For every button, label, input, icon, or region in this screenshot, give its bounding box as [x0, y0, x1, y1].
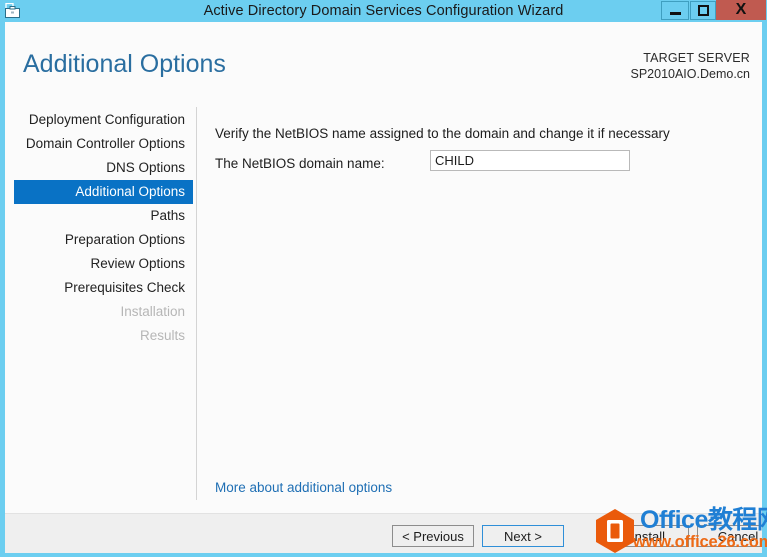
- sidebar-item-label: Installation: [120, 304, 185, 319]
- sidebar-item-label: Deployment Configuration: [28, 112, 185, 127]
- sidebar-item-additional-options[interactable]: Additional Options: [14, 180, 193, 204]
- sidebar-item-label: Preparation Options: [64, 232, 185, 247]
- sidebar-item-domain-controller-options[interactable]: Domain Controller Options: [5, 132, 193, 156]
- sidebar-item-review-options[interactable]: Review Options: [5, 252, 193, 276]
- client-area: Additional Options TARGET SERVER SP2010A…: [5, 22, 762, 553]
- sidebar-item-label: Additional Options: [75, 184, 185, 199]
- sidebar-item-label: Prerequisites Check: [64, 280, 185, 295]
- sidebar-item-label: Domain Controller Options: [25, 136, 185, 151]
- previous-button[interactable]: < Previous: [392, 525, 474, 547]
- wizard-window: Active Directory Domain Services Configu…: [0, 0, 767, 557]
- maximize-icon: [697, 5, 709, 16]
- sidebar-item-label: Paths: [150, 208, 185, 223]
- page-title: Additional Options: [23, 50, 226, 78]
- sidebar-item-installation: Installation: [5, 300, 193, 324]
- sidebar-item-preparation-options[interactable]: Preparation Options: [5, 228, 193, 252]
- netbios-domain-name-input[interactable]: [430, 150, 630, 171]
- sidebar-divider: [196, 107, 197, 500]
- cancel-button[interactable]: Cancel: [697, 525, 762, 547]
- more-about-additional-options-link[interactable]: More about additional options: [215, 480, 392, 495]
- minimize-icon: [669, 12, 681, 15]
- target-server-block: TARGET SERVER SP2010AIO.Demo.cn: [630, 50, 750, 82]
- window-title: Active Directory Domain Services Configu…: [203, 3, 564, 19]
- close-icon: X: [735, 1, 747, 18]
- next-button[interactable]: Next >: [482, 525, 564, 547]
- sidebar-item-dns-options[interactable]: DNS Options: [5, 156, 193, 180]
- sidebar-item-results: Results: [5, 324, 193, 348]
- title-bar: Active Directory Domain Services Configu…: [0, 0, 767, 22]
- install-button[interactable]: Install: [607, 525, 689, 547]
- sidebar-item-paths[interactable]: Paths: [5, 204, 193, 228]
- sidebar-item-label: Results: [139, 328, 185, 343]
- target-server-label: TARGET SERVER: [643, 51, 750, 65]
- instruction-text: Verify the NetBIOS name assigned to the …: [215, 126, 670, 141]
- sidebar-item-prerequisites-check[interactable]: Prerequisites Check: [5, 276, 193, 300]
- sidebar-item-deployment-configuration[interactable]: Deployment Configuration: [5, 108, 193, 132]
- maximize-button[interactable]: [690, 1, 716, 20]
- netbios-domain-name-label: The NetBIOS domain name:: [215, 156, 385, 171]
- sidebar-item-label: DNS Options: [106, 160, 185, 175]
- wizard-steps-nav: Deployment Configuration Domain Controlle…: [5, 108, 193, 348]
- footer-bar: < Previous Next > Install Cancel: [5, 514, 762, 553]
- minimize-button[interactable]: [661, 1, 689, 20]
- sidebar-item-label: Review Options: [90, 256, 185, 271]
- close-button[interactable]: X: [716, 0, 766, 20]
- target-server-name: SP2010AIO.Demo.cn: [630, 67, 750, 81]
